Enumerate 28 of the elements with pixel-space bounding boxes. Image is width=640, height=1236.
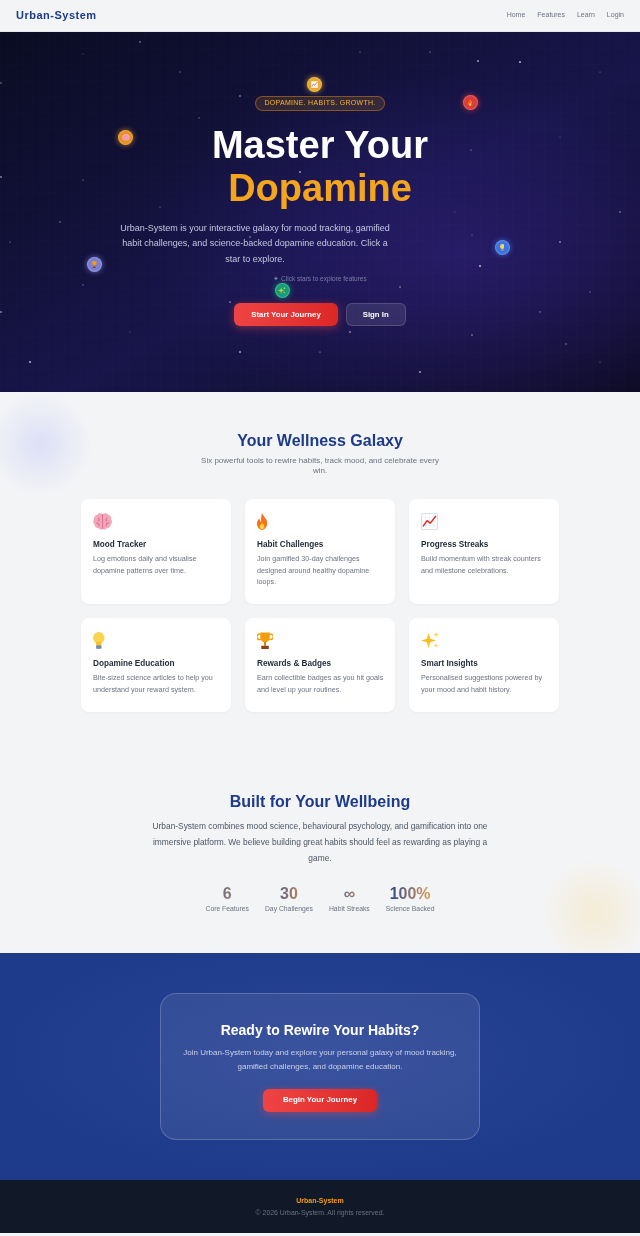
line-chart-icon [421,513,438,530]
hero-description: Urban-System is your interactive galaxy for mood tracking, gamified habit challenges, and science-backed dopamine education. Click a star to explore. [119,221,391,266]
lightbulb-icon [499,243,505,251]
brain-icon [121,133,130,141]
line-chart-icon [310,81,318,88]
card-title: Dopamine Education [93,658,176,671]
card-title: Smart Insights [421,658,479,671]
card-title: Rewards & Badges [257,658,333,671]
about-text: Urban-System combines mood science, behavioural psychology, and gamification into one immersive platform. We believe building great habits should feel as rewarding as playing a game. [151,819,489,865]
trophy-icon [257,632,274,650]
sparkles-icon [278,286,286,294]
section-subtitle: Six powerful tools to rewire habits, track mood, and celebrate every win. [200,456,440,475]
hero-title: Master Your [211,123,429,167]
cta-text: Join Urban-System today and explore your personal galaxy of mood tracking, gamified challenges, and dopamine education. [182,1046,458,1073]
card-title: Mood Tracker [93,539,148,551]
trophy-icon [90,261,98,268]
sparkles-icon [421,632,439,650]
flame-icon [467,98,473,106]
card-title: Progress Streaks [421,539,490,551]
card-title: Habit Challenges [257,539,325,551]
section-title: Built for Your Wellbeing [229,791,411,812]
flame-icon [257,513,268,530]
highlighted-title-word: Dopamine [228,166,412,210]
brain-icon [93,513,113,530]
cta-title: Ready to Rewire Your Habits? [220,1020,420,1039]
section-title: Your Wellness Galaxy [237,431,403,451]
brand-logo[interactable]: Urban-System [16,7,97,24]
lightbulb-icon [93,632,105,650]
